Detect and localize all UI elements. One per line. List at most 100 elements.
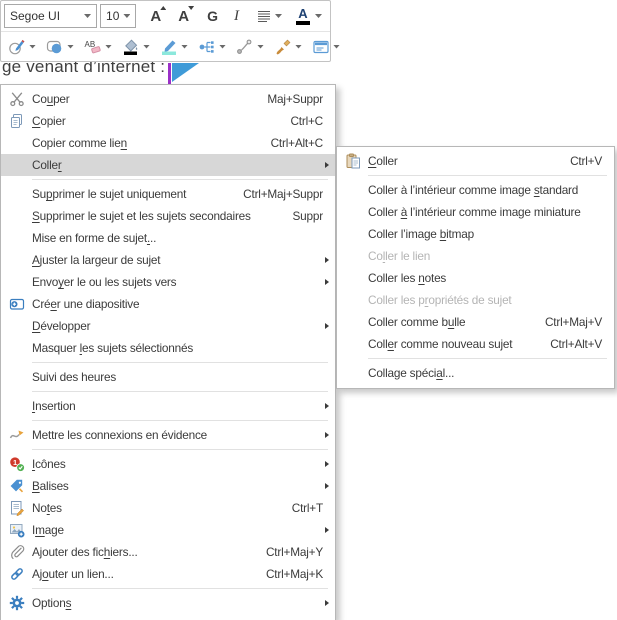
menu-item[interactable]: Créer une diapositive	[1, 293, 335, 315]
submenu-arrow-icon	[325, 483, 335, 489]
menu-item-label: Coller à l’intérieur comme image standar…	[368, 183, 578, 197]
menu-item[interactable]: Image	[1, 519, 335, 541]
clear-format-button[interactable]: AB	[80, 34, 116, 60]
menu-item[interactable]: Supprimer le sujet et les sujets seconda…	[1, 205, 335, 227]
shape-style-button[interactable]	[42, 34, 78, 60]
alignment-button[interactable]	[251, 3, 287, 29]
menu-item[interactable]: Mettre les connexions en évidence	[1, 424, 335, 446]
menu-item[interactable]: Options	[1, 592, 335, 614]
menu-item[interactable]: NotesCtrl+T	[1, 497, 335, 519]
menu-item-label: Créer une diapositive	[32, 297, 139, 311]
submenu-arrow-icon	[325, 461, 335, 467]
menu-item[interactable]: 1Icônes	[1, 453, 335, 475]
highlight-color-button[interactable]	[156, 34, 192, 60]
chevron-down-icon[interactable]	[143, 45, 150, 49]
menu-shortcut: Ctrl+Maj+V	[545, 315, 604, 329]
insertion-flag-icon	[172, 63, 199, 82]
menu-item[interactable]: Coller comme bulleCtrl+Maj+V	[337, 311, 614, 333]
chevron-down-icon[interactable]	[295, 45, 302, 49]
menu-separator	[368, 175, 607, 176]
menu-item[interactable]: Balises	[1, 475, 335, 497]
menu-item-label: Coller	[32, 158, 62, 172]
chevron-down-icon[interactable]	[181, 45, 188, 49]
topic-connections-icon	[198, 38, 216, 56]
bold-button[interactable]: G	[202, 3, 223, 29]
scissors-icon	[1, 91, 32, 107]
image-add-icon	[1, 522, 32, 538]
topic-connections-button[interactable]	[194, 34, 230, 60]
menu-shortcut: Ctrl+Maj+Y	[266, 545, 325, 559]
submenu-arrow-icon	[325, 432, 335, 438]
menu-item[interactable]: Supprimer le sujet uniquementCtrl+Maj+Su…	[1, 183, 335, 205]
tag-icon	[1, 478, 32, 494]
chevron-down-icon[interactable]	[315, 14, 322, 18]
menu-item[interactable]: Ajouter un lien...Ctrl+Maj+K	[1, 563, 335, 585]
menu-item[interactable]: Ajuster la largeur de sujet	[1, 249, 335, 271]
menu-item[interactable]: Coller	[1, 154, 335, 176]
notes-icon	[1, 500, 32, 516]
menu-item[interactable]: Développer	[1, 315, 335, 337]
menu-item[interactable]: Collage spécial...	[337, 362, 614, 384]
menu-item-label: Copier	[32, 114, 66, 128]
menu-item[interactable]: Insertion	[1, 395, 335, 417]
chevron-down-icon[interactable]	[219, 45, 226, 49]
relationship-button[interactable]	[232, 34, 268, 60]
menu-item-label: Supprimer le sujet uniquement	[32, 187, 186, 201]
topic-card-button[interactable]	[308, 34, 344, 60]
link-icon	[1, 566, 32, 582]
menu-item-label: Copier comme lien	[32, 136, 127, 150]
menu-item[interactable]: CouperMaj+Suppr	[1, 88, 335, 110]
submenu-arrow-icon	[325, 162, 335, 168]
menu-item: Coller les propriétés de sujet	[337, 289, 614, 311]
menu-item-label: Supprimer le sujet et les sujets seconda…	[32, 209, 251, 223]
menu-item[interactable]: Masquer les sujets sélectionnés	[1, 337, 335, 359]
menu-item[interactable]: Ajouter des fichiers...Ctrl+Maj+Y	[1, 541, 335, 563]
chevron-down-icon[interactable]	[29, 45, 36, 49]
chevron-down-icon[interactable]	[123, 14, 130, 18]
menu-shortcut: Ctrl+Alt+C	[271, 136, 325, 150]
menu-item-label: Notes	[32, 501, 62, 515]
menu-item[interactable]: Copier comme lien Ctrl+Alt+C	[1, 132, 335, 154]
chevron-down-icon[interactable]	[84, 14, 91, 18]
menu-item-label: Coller	[368, 154, 398, 168]
text-cursor	[168, 63, 171, 84]
chevron-down-icon[interactable]	[105, 45, 112, 49]
menu-item-label: Coller les notes	[368, 271, 446, 285]
menu-item[interactable]: Suivi des heures	[1, 366, 335, 388]
increase-font-button[interactable]: A	[145, 3, 166, 29]
menu-shortcut: Suppr	[293, 209, 325, 223]
menu-item-label: Envoyer le ou les sujets vers	[32, 275, 176, 289]
menu-item[interactable]: CollerCtrl+V	[337, 150, 614, 172]
menu-item[interactable]: Coller à l’intérieur comme image miniatu…	[337, 201, 614, 223]
font-color-button[interactable]: A	[291, 3, 327, 29]
menu-item[interactable]: Coller l’image bitmap	[337, 223, 614, 245]
chevron-down-icon[interactable]	[275, 14, 282, 18]
menu-item[interactable]: Coller à l’intérieur comme image standar…	[337, 179, 614, 201]
menu-item[interactable]: Mise en forme de sujet...	[1, 227, 335, 249]
chevron-down-icon[interactable]	[257, 45, 264, 49]
menu-item[interactable]: Coller comme nouveau sujetCtrl+Alt+V	[337, 333, 614, 355]
menu-item-label: Icônes	[32, 457, 66, 471]
font-family-value: Segoe UI	[10, 9, 60, 23]
menu-item[interactable]: Envoyer le ou les sujets vers	[1, 271, 335, 293]
menu-separator	[32, 362, 328, 363]
font-family-combo[interactable]: Segoe UI	[4, 4, 97, 28]
menu-shortcut: Ctrl+Maj+K	[266, 567, 325, 581]
menu-item-label: Options	[32, 596, 71, 610]
outline-style-button[interactable]	[4, 34, 40, 60]
shape-style-icon	[46, 38, 64, 56]
menu-item[interactable]: CopierCtrl+C	[1, 110, 335, 132]
menu-item-label: Coller les propriétés de sujet	[368, 293, 512, 307]
toolbar-row-font: Segoe UI 10 A A G I A	[1, 1, 330, 32]
decrease-font-button[interactable]: A	[173, 3, 194, 29]
menu-item: Coller le lien	[337, 245, 614, 267]
font-color-icon: A	[296, 7, 310, 25]
italic-button[interactable]: I	[229, 3, 244, 29]
chevron-down-icon[interactable]	[333, 45, 340, 49]
fill-color-button[interactable]	[118, 34, 154, 60]
paste-icon	[337, 153, 368, 169]
menu-item[interactable]: Coller les notes	[337, 267, 614, 289]
chevron-down-icon[interactable]	[67, 45, 74, 49]
format-painter-button[interactable]	[270, 34, 306, 60]
font-size-combo[interactable]: 10	[100, 4, 136, 28]
